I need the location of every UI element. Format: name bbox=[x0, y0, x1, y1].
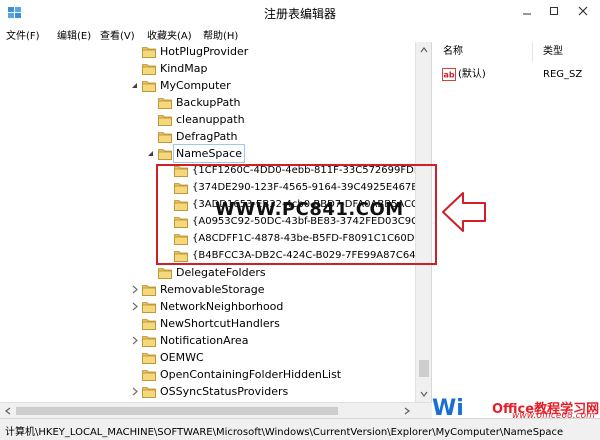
menu-file[interactable]: 文件(F) bbox=[6, 27, 40, 42]
tree-item-label: NotificationArea bbox=[160, 334, 249, 347]
string-value-icon: ab bbox=[442, 68, 456, 81]
maximize-icon bbox=[550, 7, 558, 15]
folder-icon bbox=[142, 319, 156, 330]
tree-item[interactable]: NotificationArea bbox=[130, 332, 430, 349]
value-name: (默认) bbox=[458, 69, 486, 80]
tree-item[interactable]: NewShortcutHandlers bbox=[130, 315, 430, 332]
horizontal-scroll-thumb[interactable] bbox=[16, 407, 338, 415]
chevron-left-icon bbox=[5, 407, 11, 415]
tree-item[interactable]: NameSpace bbox=[146, 144, 431, 163]
list-item[interactable]: ab (默认) REG_SZ bbox=[433, 66, 600, 83]
collapsed-arrow-icon[interactable] bbox=[130, 387, 139, 396]
column-header-name[interactable]: 名称 bbox=[433, 42, 533, 62]
arrow-left-icon bbox=[442, 192, 486, 232]
folder-icon bbox=[158, 115, 172, 126]
tree-item[interactable]: OEMWC bbox=[130, 349, 430, 366]
chevron-down-icon bbox=[420, 391, 428, 397]
folder-icon bbox=[142, 302, 156, 313]
chevron-right-icon bbox=[404, 407, 410, 415]
status-path: 计算机\HKEY_LOCAL_MACHINE\SOFTWARE\Microsof… bbox=[5, 427, 564, 438]
tree-item[interactable]: DelegateFolders bbox=[146, 264, 431, 281]
window-title: 注册表编辑器 bbox=[263, 7, 336, 21]
tree-item-label: RemovableStorage bbox=[160, 283, 265, 296]
tree-item[interactable]: KindMap bbox=[130, 60, 430, 77]
collapsed-arrow-icon[interactable] bbox=[130, 336, 139, 345]
minimize-button[interactable] bbox=[514, 1, 540, 21]
folder-icon bbox=[158, 149, 172, 160]
folder-icon bbox=[142, 387, 156, 398]
tree-item-label: MyComputer bbox=[160, 79, 231, 92]
tree-item[interactable]: HotPlugProvider bbox=[130, 43, 430, 60]
tree-item-label: OpenContainingFolderHiddenList bbox=[160, 368, 342, 381]
site-logo: Wi Office教程学习网 www.office68.com bbox=[432, 396, 600, 421]
column-header-type[interactable]: 类型 bbox=[533, 42, 600, 62]
scroll-down-button[interactable] bbox=[416, 386, 432, 402]
collapsed-arrow-icon[interactable] bbox=[130, 302, 139, 311]
tree-item[interactable]: MyComputer bbox=[130, 77, 430, 94]
folder-icon bbox=[142, 64, 156, 75]
tree-item-label: BackupPath bbox=[176, 96, 241, 109]
svg-text:ab: ab bbox=[444, 71, 455, 80]
tree-item[interactable]: BackupPath bbox=[146, 94, 431, 111]
scroll-right-button[interactable] bbox=[399, 403, 415, 419]
tree-horizontal-scrollbar[interactable] bbox=[0, 402, 432, 418]
tree-item-label: cleanuppath bbox=[176, 113, 245, 126]
tree-item-label: DefragPath bbox=[176, 130, 238, 143]
logo-url: www.office68.com bbox=[512, 411, 595, 421]
menu-edit[interactable]: 编辑(E) bbox=[57, 27, 91, 42]
folder-icon bbox=[158, 268, 172, 279]
close-icon bbox=[578, 6, 588, 16]
close-button[interactable] bbox=[568, 1, 598, 21]
title-bar[interactable]: 注册表编辑器 bbox=[0, 0, 600, 25]
menu-favorites[interactable]: 收藏夹(A) bbox=[147, 27, 192, 42]
tree-item-label: OSSyncStatusProviders bbox=[160, 385, 289, 398]
folder-icon bbox=[142, 285, 156, 296]
expanded-arrow-icon[interactable] bbox=[146, 149, 155, 158]
minimize-icon bbox=[523, 13, 531, 15]
collapsed-arrow-icon[interactable] bbox=[130, 285, 139, 294]
menu-view[interactable]: 查看(V) bbox=[100, 27, 135, 42]
tree-item-label: HotPlugProvider bbox=[160, 45, 249, 58]
folder-icon bbox=[142, 336, 156, 347]
folder-icon bbox=[142, 47, 156, 58]
scroll-up-button[interactable] bbox=[416, 42, 432, 58]
folder-icon bbox=[158, 132, 172, 143]
tree-item-label: OEMWC bbox=[160, 351, 204, 364]
chevron-up-icon bbox=[420, 47, 428, 53]
tree-item-label: NewShortcutHandlers bbox=[160, 317, 280, 330]
tree-item-label: NetworkNeighborhood bbox=[160, 300, 284, 313]
folder-icon bbox=[142, 81, 156, 92]
tree-item[interactable]: NetworkNeighborhood bbox=[130, 298, 430, 315]
watermark-text: WWW.PC841.COM bbox=[215, 199, 404, 220]
tree-item[interactable]: OpenContainingFolderHiddenList bbox=[130, 366, 430, 383]
menu-bar: 文件(F) 编辑(E) 查看(V) 收藏夹(A) 帮助(H) bbox=[0, 25, 600, 42]
status-bar: 计算机\HKEY_LOCAL_MACHINE\SOFTWARE\Microsof… bbox=[0, 418, 600, 440]
expanded-arrow-icon[interactable] bbox=[130, 81, 139, 90]
tree-item[interactable]: RemovableStorage bbox=[130, 281, 430, 298]
folder-icon bbox=[142, 370, 156, 381]
menu-help[interactable]: 帮助(H) bbox=[203, 27, 238, 42]
value-type: REG_SZ bbox=[543, 69, 583, 80]
tree-item-label: KindMap bbox=[160, 62, 208, 75]
folder-icon bbox=[142, 353, 156, 364]
logo-word: Wi bbox=[432, 396, 464, 421]
tree-item-label: NameSpace bbox=[173, 144, 245, 163]
folder-icon bbox=[158, 98, 172, 109]
tree-item[interactable]: OSSyncStatusProviders bbox=[130, 383, 430, 400]
tree-item[interactable]: DefragPath bbox=[146, 128, 431, 145]
scroll-left-button[interactable] bbox=[0, 403, 16, 419]
tree-item[interactable]: cleanuppath bbox=[146, 111, 431, 128]
tree-item-label: DelegateFolders bbox=[176, 266, 266, 279]
scroll-thumb[interactable] bbox=[419, 360, 429, 377]
maximize-button[interactable] bbox=[541, 1, 567, 21]
